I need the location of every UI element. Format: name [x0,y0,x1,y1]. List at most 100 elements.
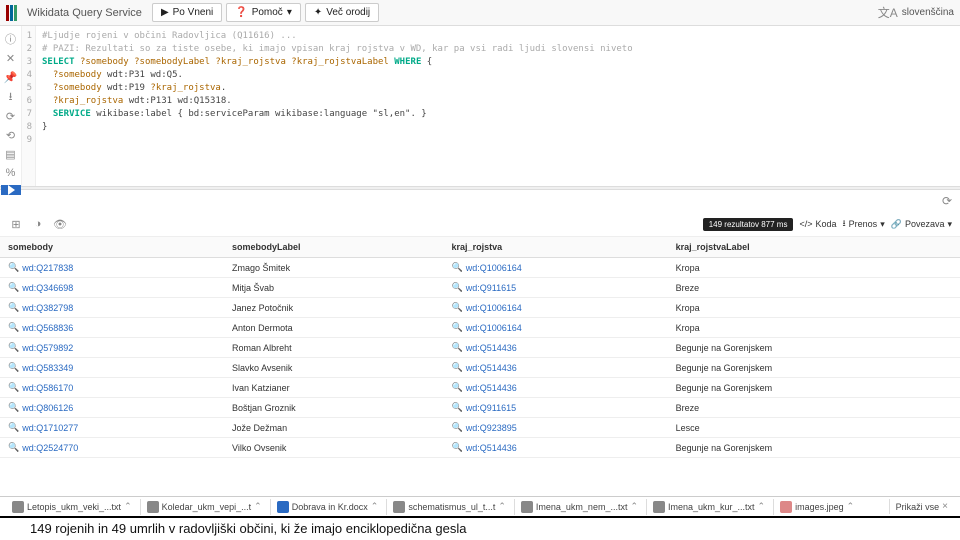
table-view-icon[interactable]: ⊞ [8,216,24,232]
entity-link[interactable]: 🔍wd:Q1006164 [452,322,522,333]
file-icon [277,501,289,513]
label-cell: Begunje na Gorenjskem [668,358,960,378]
taskbar-item[interactable]: images.jpeg⌃ [773,499,860,515]
label-cell: Janez Potočnik [224,298,444,318]
entity-link[interactable]: 🔍wd:Q1006164 [452,262,522,273]
entity-link[interactable]: 🔍wd:Q514436 [452,382,517,393]
label-cell: Ivan Katzianer [224,378,444,398]
link-icon[interactable]: % [4,167,18,179]
label-cell: Anton Dermota [224,318,444,338]
entity-link[interactable]: 🔍wd:Q579892 [8,342,73,353]
info-icon[interactable]: ⓘ [4,32,18,46]
table-row: 🔍wd:Q346698Mitja Švab🔍wd:Q911615Breze [0,278,960,298]
wikidata-logo [6,5,17,21]
label-cell: Zmago Šmitek [224,258,444,278]
entity-link[interactable]: 🔍wd:Q911615 [452,282,517,293]
label-cell: Breze [668,398,960,418]
entity-link[interactable]: 🔍wd:Q923895 [452,422,517,433]
code-toggle[interactable]: </> Koda [799,219,836,229]
code-editor[interactable]: #Ljudje rojeni v občini Radovljica (Q116… [36,26,960,186]
results-table: somebodysomebodyLabelkraj_rojstvakraj_ro… [0,237,960,458]
shuffle-icon[interactable]: ✕ [4,52,18,65]
table-row: 🔍wd:Q382798 Janez Potočnik 🔍wd:Q1006164 Kro… [0,298,960,318]
column-header[interactable]: somebodyLabel [224,237,444,258]
column-header[interactable]: somebody [0,237,224,258]
close-icon[interactable]: × [942,501,948,512]
taskbar-item[interactable]: Imena_ukm_kur_...txt⌃ [646,499,771,515]
table-row: 🔍wd:Q579892 Roman Albreht 🔍wd:Q514436 Begun… [0,338,960,358]
table-row: 🔍wd:Q568836 Anton Dermota 🔍wd:Q1006164 Krop… [0,318,960,338]
table-row: 🔍wd:Q806126 Boštjan Groznik 🔍wd:Q911615 Bre… [0,398,960,418]
app-header: Wikidata Query Service ▶ Po Vneni ❓ Pomo… [0,0,960,26]
more-tools-button[interactable]: ✦ Več orodij [305,3,379,22]
table-row: 🔍wd:Q583349 Slavko Avsenik 🔍wd:Q514436 Begu… [0,358,960,378]
taskbar-item[interactable]: Koledar_ukm_vepi_...t⌃ [140,499,268,515]
file-icon [653,501,665,513]
link-results[interactable]: 🔗 Povezava ▾ [891,219,952,230]
entity-link[interactable]: 🔍wd:Q583349 [8,362,73,373]
play-button[interactable] [1,185,21,195]
label-cell: Kropa [668,318,960,338]
label-cell: Kropa [668,298,960,318]
entity-link[interactable]: 🔍wd:Q586170 [8,382,73,393]
entity-link[interactable]: 🔍wd:Q1710277 [8,422,78,433]
table-row: 🔍wd:Q586170 Ivan Katzianer 🔍wd:Q514436 Begu… [0,378,960,398]
entity-link[interactable]: 🔍wd:Q346698 [8,282,73,293]
slide-caption: 149 rojenih in 49 umrlih v radovljiški o… [0,516,960,540]
entity-link[interactable]: 🔍wd:Q514436 [452,442,517,453]
taskbar-item[interactable]: Letopis_ukm_veki_...txt⌃ [6,499,138,515]
restore-icon[interactable]: ⟳ [942,194,952,208]
history-icon[interactable]: ⟲ [4,129,18,142]
entity-link[interactable]: 🔍wd:Q217838 [8,262,73,273]
left-rail: ⓘ ✕ 📌 ⭳ ⟳ ⟲ ▤ % [0,26,22,186]
brand-name: Wikidata Query Service [21,7,148,19]
download-icon[interactable]: ⭳ [4,90,18,104]
label-cell: Begunje na Gorenjskem [668,338,960,358]
result-count-badge: 149 rezultatov 877 ms [703,218,794,231]
file-icon [521,501,533,513]
results-toolbar: ⊞ ◑ 👁 149 rezultatov 877 ms </> Koda ⭳ P… [0,212,960,237]
pin-icon[interactable]: 📌 [4,71,18,84]
show-all-button[interactable]: Prikaži vse × [889,499,954,514]
label-cell: Boštjan Groznik [224,398,444,418]
entity-link[interactable]: 🔍wd:Q911615 [452,402,517,413]
editor-area: ⓘ ✕ 📌 ⭳ ⟳ ⟲ ▤ % 123456789 #Ljudje rojeni… [0,26,960,186]
label-cell: Lesce [668,418,960,438]
list-icon[interactable]: ▤ [4,148,18,161]
download-results[interactable]: ⭳ Prenos ▾ [843,216,885,232]
run-button[interactable]: ▶ Po Vneni [152,3,222,22]
entity-link[interactable]: 🔍wd:Q568836 [8,322,73,333]
label-cell: Roman Albreht [224,338,444,358]
image-view-icon[interactable]: ◑ [30,216,46,232]
eye-icon[interactable]: 👁 [52,216,68,232]
taskbar-item[interactable]: Dobrava in Kr.docx⌃ [270,499,385,515]
file-icon [12,501,24,513]
file-icon [147,501,159,513]
entity-link[interactable]: 🔍wd:Q2524770 [8,442,78,453]
entity-link[interactable]: 🔍wd:Q514436 [452,362,517,373]
column-header[interactable]: kraj_rojstva [444,237,668,258]
taskbar-item[interactable]: schematismus_ul_t...t⌃ [386,499,512,515]
label-cell: Vilko Ovsenik [224,438,444,458]
table-row: 🔍wd:Q2524770 Vilko Ovsenik 🔍wd:Q514436 Begu… [0,438,960,458]
table-row: 🔍wd:Q1710277Jože Dežman🔍wd:Q923895Lesce [0,418,960,438]
column-header[interactable]: kraj_rojstvaLabel [668,237,960,258]
entity-link[interactable]: 🔍wd:Q514436 [452,342,517,353]
line-gutter: 123456789 [22,26,36,186]
restore-bar: ⟳ [0,190,960,212]
file-icon [393,501,405,513]
code-icon[interactable]: ⟳ [4,110,18,123]
language-selector[interactable]: 文Aslovenščina [878,4,954,21]
label-cell: Mitja Švab [224,278,444,298]
label-cell: Begunje na Gorenjskem [668,438,960,458]
taskbar-item[interactable]: Imena_ukm_nem_...txt⌃ [514,499,644,515]
entity-link[interactable]: 🔍wd:Q1006164 [452,302,522,313]
entity-link[interactable]: 🔍wd:Q806126 [8,402,73,413]
entity-link[interactable]: 🔍wd:Q382798 [8,302,73,313]
file-icon [780,501,792,513]
taskbar: Letopis_ukm_veki_...txt⌃Koledar_ukm_vepi… [0,496,960,516]
label-cell: Slavko Avsenik [224,358,444,378]
play-icon [8,185,15,195]
help-button[interactable]: ❓ Pomoč ▾ [226,3,301,22]
label-cell: Begunje na Gorenjskem [668,378,960,398]
